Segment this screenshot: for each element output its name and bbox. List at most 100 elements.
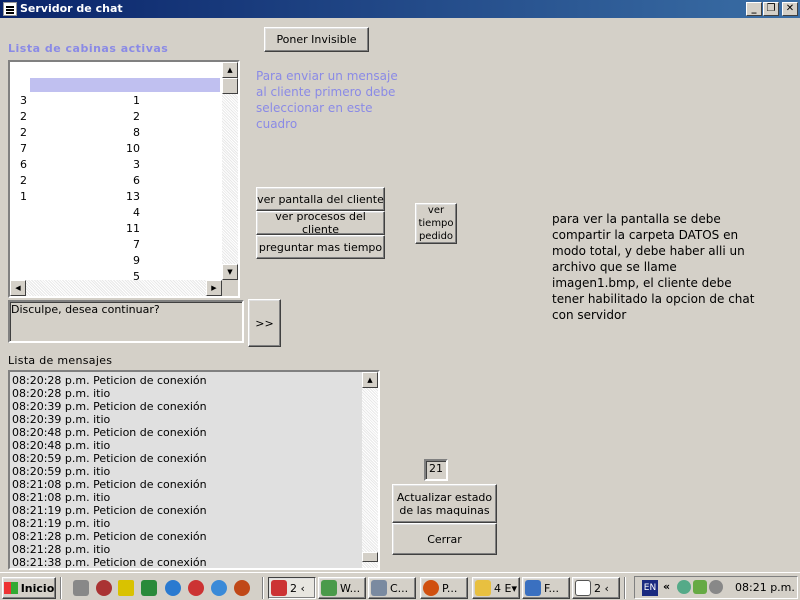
message-item[interactable]: 08:20:28 p.m. Peticion de conexión <box>12 374 207 387</box>
message-item[interactable]: 08:21:19 p.m. Peticion de conexión <box>12 504 207 517</box>
printer-icon[interactable] <box>73 580 89 596</box>
close-app-button[interactable]: Cerrar <box>392 523 497 555</box>
cabins-list-label: Lista de cabinas activas <box>8 42 169 55</box>
cabin-col-b: 5 <box>133 270 140 280</box>
scroll-up-arrow-icon[interactable]: ▲ <box>362 372 378 388</box>
scroll-thumb[interactable] <box>362 552 378 562</box>
tray-expand-chevron[interactable]: « <box>663 580 670 593</box>
scroll-right-arrow-icon[interactable]: ▶ <box>206 280 222 296</box>
start-button[interactable]: Inicio <box>2 577 56 599</box>
cabin-col-b: 1 <box>133 94 140 107</box>
cabin-col-b: 11 <box>126 222 140 235</box>
message-item[interactable]: 08:21:28 p.m. Peticion de conexión <box>12 530 207 543</box>
task-label: W... <box>340 581 361 595</box>
messages-list-label: Lista de mensajes <box>8 354 113 367</box>
cabins-vscrollbar[interactable]: ▲ ▼ <box>222 62 238 280</box>
cabin-row[interactable]: 63 <box>10 158 220 174</box>
update-machines-button[interactable]: Actualizar estado de las maquinas <box>392 484 497 523</box>
task-info[interactable]: 2 ‹ <box>572 577 620 599</box>
cabin-col-b: 4 <box>133 206 140 219</box>
maximize-button[interactable]: ❐ <box>763 2 779 16</box>
cabin-row[interactable]: 7 <box>10 238 220 254</box>
scroll-left-arrow-icon[interactable]: ◀ <box>10 280 26 296</box>
task-p[interactable]: P... <box>420 577 468 599</box>
app-green-icon[interactable] <box>141 580 157 596</box>
cabin-row[interactable]: 11 <box>10 222 220 238</box>
cabin-row[interactable]: 5 <box>10 270 220 280</box>
cabin-col-b: 10 <box>126 142 140 155</box>
cabin-row[interactable]: 4 <box>10 206 220 222</box>
chat-icon <box>271 580 287 596</box>
task-explorer[interactable]: 4 E▾ <box>472 577 520 599</box>
message-item[interactable]: 08:20:39 p.m. Peticion de conexión <box>12 400 207 413</box>
task-label: 4 E▾ <box>494 581 517 595</box>
network-icon[interactable] <box>677 580 691 594</box>
scroll-down-arrow-icon[interactable]: ▼ <box>222 264 238 280</box>
ask-more-time-button[interactable]: preguntar mas tiempo <box>256 235 385 259</box>
cabin-row[interactable]: 22 <box>10 110 220 126</box>
users-icon <box>321 580 337 596</box>
firefox-icon <box>423 580 439 596</box>
view-screen-button[interactable]: ver pantalla del cliente <box>256 187 385 211</box>
taskbar: Inicio 2 ‹ W... C... P... 4 E▾ F... 2 ‹ … <box>0 572 800 600</box>
message-item[interactable]: 08:20:48 p.m. Peticion de conexión <box>12 426 207 439</box>
selected-row[interactable] <box>30 78 220 92</box>
cabin-col-a: 1 <box>20 190 27 203</box>
lightning-icon[interactable] <box>118 580 134 596</box>
volume-icon[interactable] <box>709 580 723 594</box>
firefox-quick-icon[interactable] <box>234 580 250 596</box>
close-button[interactable]: ✕ <box>782 2 798 16</box>
messages-vscrollbar[interactable]: ▲ <box>362 372 378 568</box>
cabin-col-b: 3 <box>133 158 140 171</box>
message-input-text: Disculpe, desea continuar? <box>11 303 160 316</box>
select-hint: Para enviar un mensaje al cliente primer… <box>256 69 398 131</box>
message-item[interactable]: 08:20:48 p.m. itio <box>12 439 110 452</box>
folder-icon <box>475 580 491 596</box>
message-item[interactable]: 08:20:28 p.m. itio <box>12 387 110 400</box>
message-item[interactable]: 08:21:08 p.m. itio <box>12 491 110 504</box>
cabin-row[interactable]: 9 <box>10 254 220 270</box>
opera-icon[interactable] <box>188 580 204 596</box>
message-item[interactable]: 08:20:39 p.m. itio <box>12 413 110 426</box>
message-item[interactable]: 08:20:59 p.m. itio <box>12 465 110 478</box>
cabin-row[interactable]: 26 <box>10 174 220 190</box>
view-processes-button[interactable]: ver procesos del cliente <box>256 210 385 236</box>
minimize-button[interactable]: _ <box>746 2 762 16</box>
clock[interactable]: 08:21 p.m. <box>735 581 795 594</box>
messages-list[interactable]: 08:20:28 p.m. Peticion de conexión 08:20:… <box>10 372 362 568</box>
app-icon <box>525 580 541 596</box>
cabin-row[interactable]: 1 13 <box>10 190 220 206</box>
task-label: C... <box>390 581 409 595</box>
message-item[interactable]: 08:20:59 p.m. Peticion de conexión <box>12 452 207 465</box>
info-icon <box>575 580 591 596</box>
task-label: P... <box>442 581 458 595</box>
cabins-hscrollbar[interactable]: ◀ ▶ <box>10 280 222 296</box>
calculator-icon <box>371 580 387 596</box>
send-button[interactable]: >> <box>248 299 281 347</box>
ie-icon[interactable] <box>165 580 181 596</box>
task-f[interactable]: F... <box>522 577 570 599</box>
bug-icon[interactable] <box>96 580 112 596</box>
cabin-row[interactable]: 7 10 <box>10 142 220 158</box>
message-item[interactable]: 08:21:38 p.m. Peticion de conexión <box>12 556 207 568</box>
title-bar[interactable]: Servidor de chat _ ❐ ✕ <box>0 0 800 18</box>
cabin-row[interactable]: 28 <box>10 126 220 142</box>
media-player-icon[interactable] <box>211 580 227 596</box>
task-chat-server[interactable]: 2 ‹ <box>268 577 316 599</box>
taskbar-divider <box>60 577 62 599</box>
message-input[interactable]: Disculpe, desea continuar? <box>8 300 244 343</box>
cabin-row[interactable]: 31 <box>10 94 220 110</box>
view-requested-time-button[interactable]: ver tiempo pedido <box>415 203 457 244</box>
app-icon[interactable] <box>3 2 17 16</box>
message-item[interactable]: 08:21:19 p.m. itio <box>12 517 110 530</box>
cabins-grid-frame: 3 1 2 2 2 8 7 10 6 3 2 6 1 13 4 11 7 9 5 ▲ ▼ ◀ ▶ <box>8 60 240 298</box>
cabins-grid[interactable]: 3 1 2 2 2 8 7 10 6 3 2 6 1 13 4 11 7 9 5 <box>10 62 222 280</box>
task-c[interactable]: C... <box>368 577 416 599</box>
scroll-thumb[interactable] <box>222 78 238 94</box>
message-item[interactable]: 08:21:28 p.m. itio <box>12 543 110 556</box>
message-item[interactable]: 08:21:08 p.m. Peticion de conexión <box>12 478 207 491</box>
task-w[interactable]: W... <box>318 577 366 599</box>
scroll-up-arrow-icon[interactable]: ▲ <box>222 62 238 78</box>
set-invisible-button[interactable]: Poner Invisible <box>264 27 369 52</box>
connection-icon[interactable] <box>693 580 707 594</box>
